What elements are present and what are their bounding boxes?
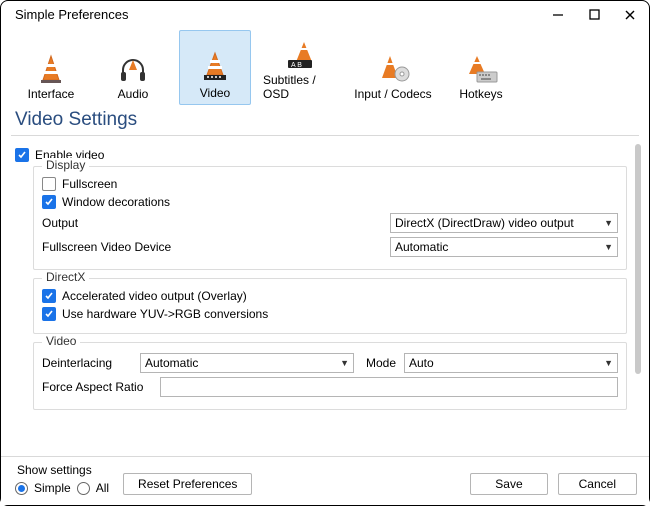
yuv-checkbox[interactable] (42, 307, 56, 321)
radio-all[interactable] (77, 482, 90, 495)
window-title: Simple Preferences (15, 7, 128, 22)
yuv-label: Use hardware YUV->RGB conversions (62, 307, 268, 321)
save-button[interactable]: Save (470, 473, 547, 495)
video-fieldset: Video Deinterlacing Automatic ▼ Mode Aut… (33, 342, 627, 410)
chevron-down-icon: ▼ (604, 242, 613, 252)
tab-label: Subtitles / OSD (263, 73, 339, 101)
mode-select[interactable]: Auto ▼ (404, 353, 618, 373)
scrollbar[interactable] (635, 144, 641, 452)
minimize-button[interactable] (551, 8, 565, 22)
mode-value: Auto (409, 356, 434, 370)
force-ar-label: Force Aspect Ratio (42, 380, 152, 394)
mode-label: Mode (362, 356, 396, 370)
window-controls (551, 8, 637, 22)
tab-video[interactable]: Video (179, 30, 251, 105)
output-value: DirectX (DirectDraw) video output (395, 216, 574, 230)
fullscreen-label: Fullscreen (62, 177, 117, 191)
radio-all-label: All (96, 481, 109, 495)
tab-subtitles[interactable]: A B Subtitles / OSD (261, 30, 341, 105)
cone-caption-icon: A B (284, 36, 318, 70)
chevron-down-icon: ▼ (604, 218, 613, 228)
window-decorations-label: Window decorations (62, 195, 170, 209)
window-decorations-checkbox[interactable] (42, 195, 56, 209)
tab-label: Hotkeys (459, 87, 502, 101)
chevron-down-icon: ▼ (340, 358, 349, 368)
show-settings-group: Show settings Simple All (15, 463, 109, 495)
tab-label: Audio (118, 87, 149, 101)
output-label: Output (42, 216, 382, 230)
svg-text:A B: A B (291, 62, 302, 69)
directx-fieldset: DirectX Accelerated video output (Overla… (33, 278, 627, 334)
cone-disc-icon (376, 50, 410, 84)
reset-preferences-button[interactable]: Reset Preferences (123, 473, 252, 495)
cancel-button[interactable]: Cancel (558, 473, 637, 495)
display-fieldset: Display Fullscreen Window decorations Ou… (33, 166, 627, 270)
tab-label: Video (200, 86, 230, 100)
display-legend: Display (42, 158, 89, 172)
radio-simple[interactable] (15, 482, 28, 495)
accel-output-checkbox[interactable] (42, 289, 56, 303)
deinterlacing-label: Deinterlacing (42, 356, 132, 370)
category-tabs: Interface Audio Video A B Subtitles / OS… (1, 26, 649, 107)
page-title: Video Settings (1, 107, 649, 135)
bottom-bar: Show settings Simple All Reset Preferenc… (1, 456, 649, 505)
tab-interface[interactable]: Interface (15, 30, 87, 105)
enable-video-checkbox[interactable] (15, 148, 29, 162)
cone-keyboard-icon (463, 50, 499, 84)
headphones-icon (117, 50, 149, 84)
tab-audio[interactable]: Audio (97, 30, 169, 105)
accel-output-label: Accelerated video output (Overlay) (62, 289, 247, 303)
video-legend: Video (42, 334, 80, 348)
output-select[interactable]: DirectX (DirectDraw) video output ▼ (390, 213, 618, 233)
cone-icon (37, 50, 65, 84)
cone-film-icon (198, 49, 232, 83)
tab-label: Interface (28, 87, 75, 101)
maximize-button[interactable] (587, 8, 601, 22)
fs-device-value: Automatic (395, 240, 448, 254)
directx-legend: DirectX (42, 270, 89, 284)
show-settings-label: Show settings (17, 463, 109, 477)
radio-simple-label: Simple (34, 481, 71, 495)
titlebar: Simple Preferences (1, 1, 649, 26)
fullscreen-checkbox[interactable] (42, 177, 56, 191)
scrollbar-thumb[interactable] (635, 144, 641, 374)
tab-codecs[interactable]: Input / Codecs (351, 30, 435, 105)
tab-hotkeys[interactable]: Hotkeys (445, 30, 517, 105)
force-ar-input[interactable] (160, 377, 618, 397)
fs-device-label: Fullscreen Video Device (42, 240, 382, 254)
close-button[interactable] (623, 8, 637, 22)
chevron-down-icon: ▼ (604, 358, 613, 368)
deinterlacing-value: Automatic (145, 356, 198, 370)
tab-label: Input / Codecs (354, 87, 431, 101)
deinterlacing-select[interactable]: Automatic ▼ (140, 353, 354, 373)
settings-panel: Enable video Display Fullscreen Window d… (1, 136, 649, 426)
fs-device-select[interactable]: Automatic ▼ (390, 237, 618, 257)
